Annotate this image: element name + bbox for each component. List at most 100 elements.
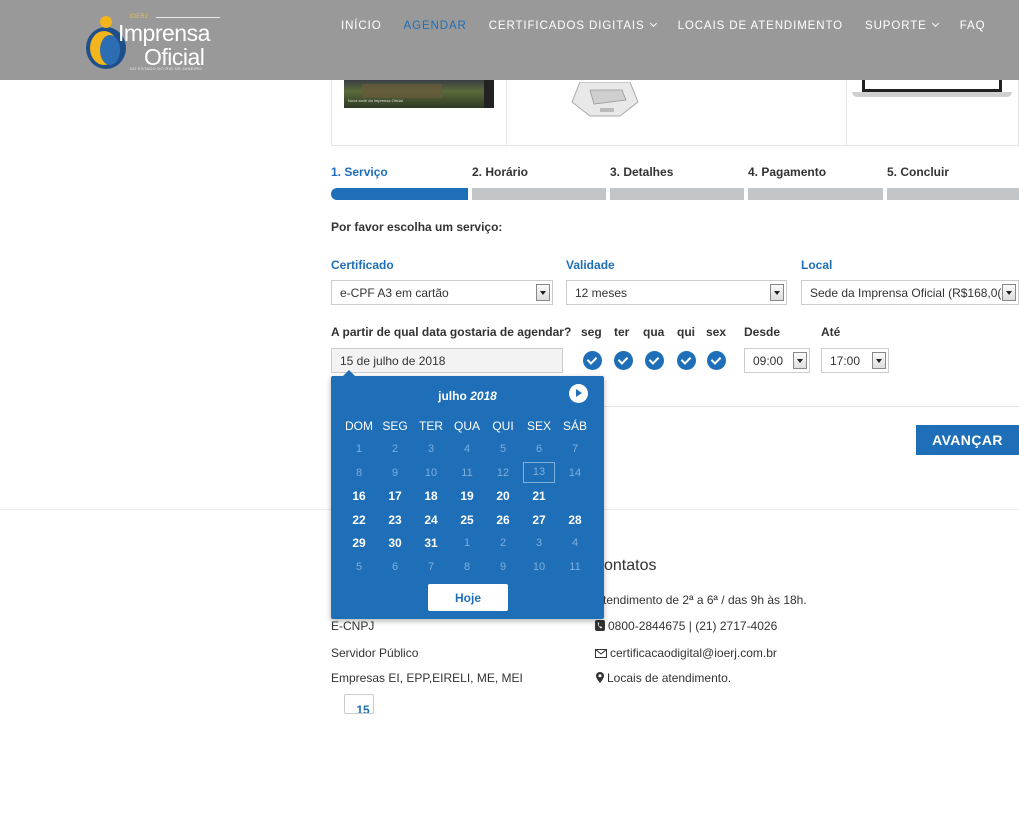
calendar-day-other-month: 10 [532,560,546,573]
weekday-qua-checkbox[interactable] [645,351,664,370]
certificado-label: Certificado [331,258,394,272]
calendar-day[interactable]: 19 [449,489,485,503]
calendar-day-disabled: 9 [391,466,399,479]
chevron-down-icon [872,352,886,369]
smartcard-image[interactable]: Nova sede da Imprensa Oficial [344,80,494,108]
step-servico[interactable]: 1. Serviço [331,165,388,179]
calendar-day-other-month: 11 [569,560,581,573]
weekday-sex-checkbox[interactable] [707,351,726,370]
calendar-day-other-month: 5 [355,560,363,573]
calendar-day[interactable]: 26 [485,513,521,527]
main-nav: INÍCIO AGENDAR CERTIFICADOS DIGITAIS LOC… [341,19,1007,32]
footer-email[interactable]: certificacaodigital@ioerj.com.br [595,646,777,660]
footer-phone: 0800-2844675 | (21) 2717-4026 [595,619,777,633]
laptop-base [852,92,1012,97]
building-illustration [362,84,442,98]
calendar-day[interactable]: 18 [413,489,449,503]
contatos-heading: ontatos [604,557,657,574]
step-detalhes[interactable]: 3. Detalhes [610,165,673,179]
calendar-day-other-month: 9 [499,560,507,573]
avancar-button[interactable]: AVANÇAR [916,425,1019,455]
card-caption: Nova sede da Imprensa Oficial [348,98,403,103]
footer-hours: tendimento de 2ª a 6ª / das 9h às 18h. [603,593,807,607]
validade-select[interactable]: 12 meses [566,280,787,305]
footer-ecnpj-link[interactable]: E-CNPJ [331,619,374,633]
top-navbar: IOERJ Imprensa Oficial DO ESTADO DO RIO … [0,0,1019,80]
weekday-sex-label: sex [706,325,727,339]
calendar-week-row: 1 2 3 4 5 6 7 [341,438,593,462]
calendar-day[interactable]: 20 [485,489,521,503]
validade-value: 12 meses [575,286,628,300]
next-month-arrow-icon[interactable] [569,384,588,403]
calendar-day[interactable]: 27 [521,513,557,527]
product-images-strip: Nova sede da Imprensa Oficial [331,80,1019,146]
calendar-day[interactable]: 31 [413,536,449,550]
nav-certificados-label: CERTIFICADOS DIGITAIS [488,20,645,32]
calendar-day-disabled: 1 [355,443,363,456]
calendar-day-disabled: 4 [463,443,471,456]
ate-time-select[interactable]: 17:00 [821,348,889,373]
calendar-day[interactable]: 23 [377,513,413,527]
calendar-month: julho [438,389,467,403]
calendar-day-disabled: 14 [568,466,582,479]
local-select[interactable]: Sede da Imprensa Oficial (R$168,0( [801,280,1019,305]
calendar-dow-header: QUI [492,418,514,433]
nav-suporte[interactable]: SUPORTE [865,19,939,32]
certificado-value: e-CPF A3 em cartão [340,286,449,300]
calendar-day-disabled: 5 [499,443,507,456]
form-divider [562,406,1019,407]
calendar-day[interactable]: 17 [377,489,413,503]
calendar-day-other-month: 1 [463,537,471,550]
calendar-day-selected[interactable]: 15 [344,694,374,714]
weekday-qua-label: qua [643,325,665,339]
footer-servidor-publico-link[interactable]: Servidor Público [331,646,418,660]
card-reader-image[interactable] [560,82,650,122]
nav-faq[interactable]: FAQ [960,20,986,32]
desde-value: 09:00 [753,354,784,368]
calendar-day[interactable]: 25 [449,513,485,527]
calendar-day-disabled: 7 [571,443,579,456]
chevron-down-icon [1002,284,1016,301]
weekday-qui-checkbox[interactable] [677,351,696,370]
weekday-ter-checkbox[interactable] [614,351,633,370]
calendar-day[interactable]: 21 [521,489,557,503]
ate-value: 17:00 [830,354,861,368]
calendar-month-title: julho 2018 [331,389,604,403]
footer-empresas-link[interactable]: Empresas EI, EPP,EIRELI, ME, MEI [331,671,523,685]
calendar-day-disabled: 6 [535,443,543,456]
today-button[interactable]: Hoje [428,584,508,611]
ate-label: Até [821,325,841,339]
chevron-down-icon [793,352,807,369]
calendar-day-other-month: 6 [391,560,399,573]
weekday-seg-checkbox[interactable] [583,351,602,370]
step-concluir[interactable]: 5. Concluir [887,165,949,179]
step-horario[interactable]: 2. Horário [472,165,528,179]
calendar-day-other-month: 2 [499,537,507,550]
calendar-day[interactable]: 30 [377,536,413,550]
step-progress-bar-1 [331,188,468,200]
desde-time-select[interactable]: 09:00 [744,348,810,373]
footer-locations[interactable]: Locais de atendimento. [596,671,731,685]
step-pagamento[interactable]: 4. Pagamento [748,165,826,179]
nav-locais-de-atendimento[interactable]: LOCAIS DE ATENDIMENTO [678,20,843,32]
calendar-day[interactable]: 16 [341,489,377,503]
nav-agendar[interactable]: AGENDAR [404,20,467,32]
nav-inicio[interactable]: INÍCIO [341,20,382,32]
calendar-week-row: 29 30 31 1 2 3 4 [341,532,593,556]
nav-certificados-digitais[interactable]: CERTIFICADOS DIGITAIS [488,19,657,32]
certificado-select[interactable]: e-CPF A3 em cartão [331,280,553,305]
calendar-day[interactable]: 24 [413,513,449,527]
calendar-day-disabled: 12 [496,466,510,479]
calendar-day-disabled: 10 [424,466,438,479]
calendar-header-row: DOM SEG TER QUA QUI SEX SÁB [341,414,593,438]
imprensa-oficial-logo[interactable]: IOERJ Imprensa Oficial DO ESTADO DO RIO … [80,8,230,74]
calendar-day[interactable]: 22 [341,513,377,527]
calendar-day[interactable]: 29 [341,536,377,550]
calendar-dow-header: TER [419,418,443,433]
laptop-image[interactable] [852,80,1012,100]
calendar-grid: DOM SEG TER QUA QUI SEX SÁB 1 2 3 4 5 6 … [341,414,593,714]
date-input[interactable]: 15 de julho de 2018 [331,348,563,373]
calendar-day[interactable]: 28 [557,513,593,527]
datepicker-popup: julho 2018 DOM SEG TER QUA QUI SEX SÁB 1… [331,370,604,714]
footer-phone-text: 0800-2844675 | (21) 2717-4026 [608,619,778,633]
